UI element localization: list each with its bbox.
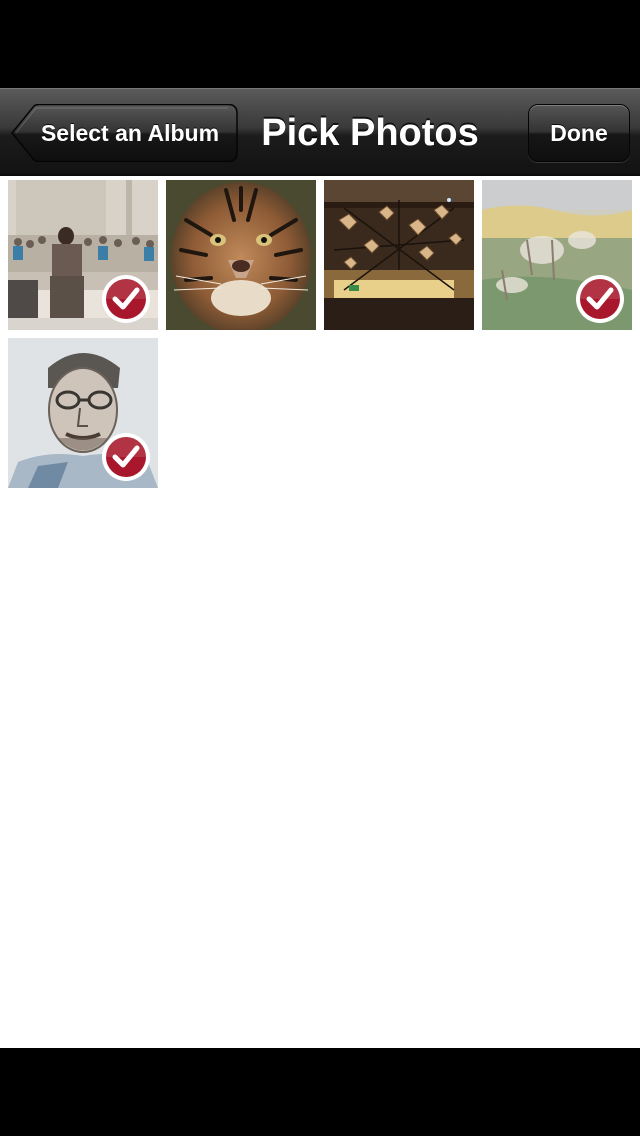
photo-thumbnail-1[interactable] (8, 180, 158, 330)
photo-thumbnail-4[interactable] (482, 180, 632, 330)
checkmark-icon (102, 275, 150, 323)
photo-grid (0, 176, 640, 1048)
checkmark-icon (576, 275, 624, 323)
tiger-photo (166, 180, 316, 330)
bottom-bar (0, 1048, 640, 1136)
status-bar (0, 0, 640, 88)
photo-thumbnail-2[interactable] (166, 180, 316, 330)
done-button[interactable]: Done (528, 104, 630, 162)
lamps-photo (324, 180, 474, 330)
checkmark-icon (102, 433, 150, 481)
navigation-bar: Select an Album Pick Photos Done (0, 88, 640, 176)
photo-thumbnail-3[interactable] (324, 180, 474, 330)
back-button-label: Select an Album (40, 120, 220, 146)
page-title: Pick Photos (261, 112, 479, 154)
photo-thumbnail-5[interactable] (8, 338, 158, 488)
back-button[interactable]: Select an Album (10, 104, 238, 162)
